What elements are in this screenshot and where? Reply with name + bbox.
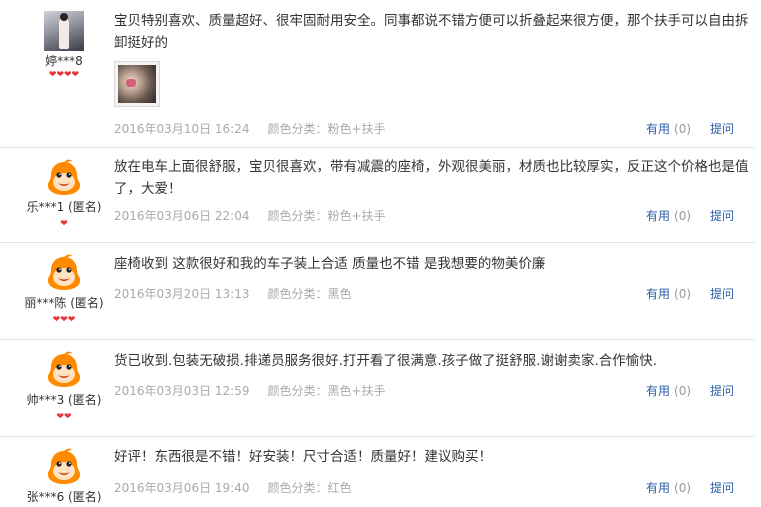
useful-label: 有用 [646,384,671,398]
review-spec: 颜色分类：黑色 [267,287,352,301]
ask-question-link[interactable]: 提问 [710,120,734,137]
default-avatar-icon[interactable] [44,446,84,486]
review-date: 2016年03月06日 19:40 [114,481,250,495]
useful-count: (0) [674,122,692,136]
review-item: 婷***8 ❤❤❤❤ 宝贝特别喜欢、质量超好、很牢固耐用安全。同事都说不错方便可以折… [0,0,755,148]
ask-question-link[interactable]: 提问 [710,479,734,496]
review-text: 座椅收到 这款很好和我的车子装上合适 质量也不错 是我想要的物美价廉 [114,256,546,272]
default-avatar-icon[interactable] [44,157,84,197]
review-item: 张***6 (匿名) 好评！东西很是不错！好安装！尺寸合适！质量好！建议购买！ 20… [0,437,755,507]
review-meta: 2016年03月03日 12:59 颜色分类：黑色+扶手 [114,382,386,399]
photo-image [118,65,156,103]
review-text: 宝贝特别喜欢、质量超好、很牢固耐用安全。同事都说不错方便可以折叠起来很方便，那个… [114,13,749,51]
useful-button[interactable]: 有用 (0) [646,285,691,302]
useful-label: 有用 [646,209,671,223]
reviewer-nickname: 乐***1 (匿名) [26,200,102,214]
review-meta: 2016年03月06日 19:40 颜色分类：红色 [114,479,352,496]
review-item: 丽***陈 (匿名) ❤❤❤ 座椅收到 这款很好和我的车子装上合适 质量也不错 是我… [0,243,755,340]
review-item: 帅***3 (匿名) ❤❤ 货已收到.包装无破损.排递员服务很好.打开看了很满意.孩… [0,340,755,437]
review-date: 2016年03月03日 12:59 [114,384,250,398]
review-spec: 颜色分类：粉色+扶手 [267,209,386,223]
ask-question-link[interactable]: 提问 [710,382,734,399]
review-meta: 2016年03月10日 16:24 颜色分类：粉色+扶手 [114,120,386,137]
reviewer-nickname: 丽***陈 (匿名) [24,296,104,310]
useful-button[interactable]: 有用 (0) [646,479,691,496]
user-avatar[interactable] [44,11,84,51]
useful-button[interactable]: 有用 (0) [646,207,691,224]
reviewer-nickname: 婷***8 [45,54,83,68]
useful-button[interactable]: 有用 (0) [646,382,691,399]
review-spec: 颜色分类：粉色+扶手 [267,122,386,136]
review-meta: 2016年03月20日 13:13 颜色分类：黑色 [114,285,352,302]
reviewer-nickname: 帅***3 (匿名) [26,393,102,407]
heart-rating-icon: ❤❤❤ [52,315,76,325]
review-date: 2016年03月10日 16:24 [114,122,250,136]
review-spec: 颜色分类：黑色+扶手 [267,384,386,398]
useful-count: (0) [674,481,692,495]
heart-rating-icon: ❤❤ [56,412,72,422]
useful-count: (0) [674,384,692,398]
ask-question-link[interactable]: 提问 [710,207,734,224]
review-item: 乐***1 (匿名) ❤ 放在电车上面很舒服，宝贝很喜欢，带有减震的座椅，外观很美丽… [0,148,755,243]
review-list: 婷***8 ❤❤❤❤ 宝贝特别喜欢、质量超好、很牢固耐用安全。同事都说不错方便可以折… [0,0,755,504]
review-text: 好评！东西很是不错！好安装！尺寸合适！质量好！建议购买！ [114,449,492,465]
useful-count: (0) [674,287,692,301]
useful-label: 有用 [646,481,671,495]
default-avatar-icon[interactable] [44,252,84,292]
review-text: 货已收到.包装无破损.排递员服务很好.打开看了很满意.孩子做了挺舒服.谢谢卖家.… [114,353,658,369]
heart-rating-icon: ❤ [60,219,68,229]
default-avatar-icon[interactable] [44,349,84,389]
review-text: 放在电车上面很舒服，宝贝很喜欢，带有减震的座椅，外观很美丽，材质也比较厚实，反正… [114,159,749,197]
review-meta: 2016年03月06日 22:04 颜色分类：粉色+扶手 [114,207,386,224]
review-photo-thumbnail[interactable] [114,61,160,107]
useful-label: 有用 [646,122,671,136]
review-date: 2016年03月06日 22:04 [114,209,250,223]
ask-question-link[interactable]: 提问 [710,285,734,302]
review-spec: 颜色分类：红色 [267,481,352,495]
heart-rating-icon: ❤❤❤❤ [48,70,80,80]
useful-count: (0) [674,209,692,223]
useful-button[interactable]: 有用 (0) [646,120,691,137]
useful-label: 有用 [646,287,671,301]
review-date: 2016年03月20日 13:13 [114,287,250,301]
reviewer-nickname: 张***6 (匿名) [26,490,102,504]
